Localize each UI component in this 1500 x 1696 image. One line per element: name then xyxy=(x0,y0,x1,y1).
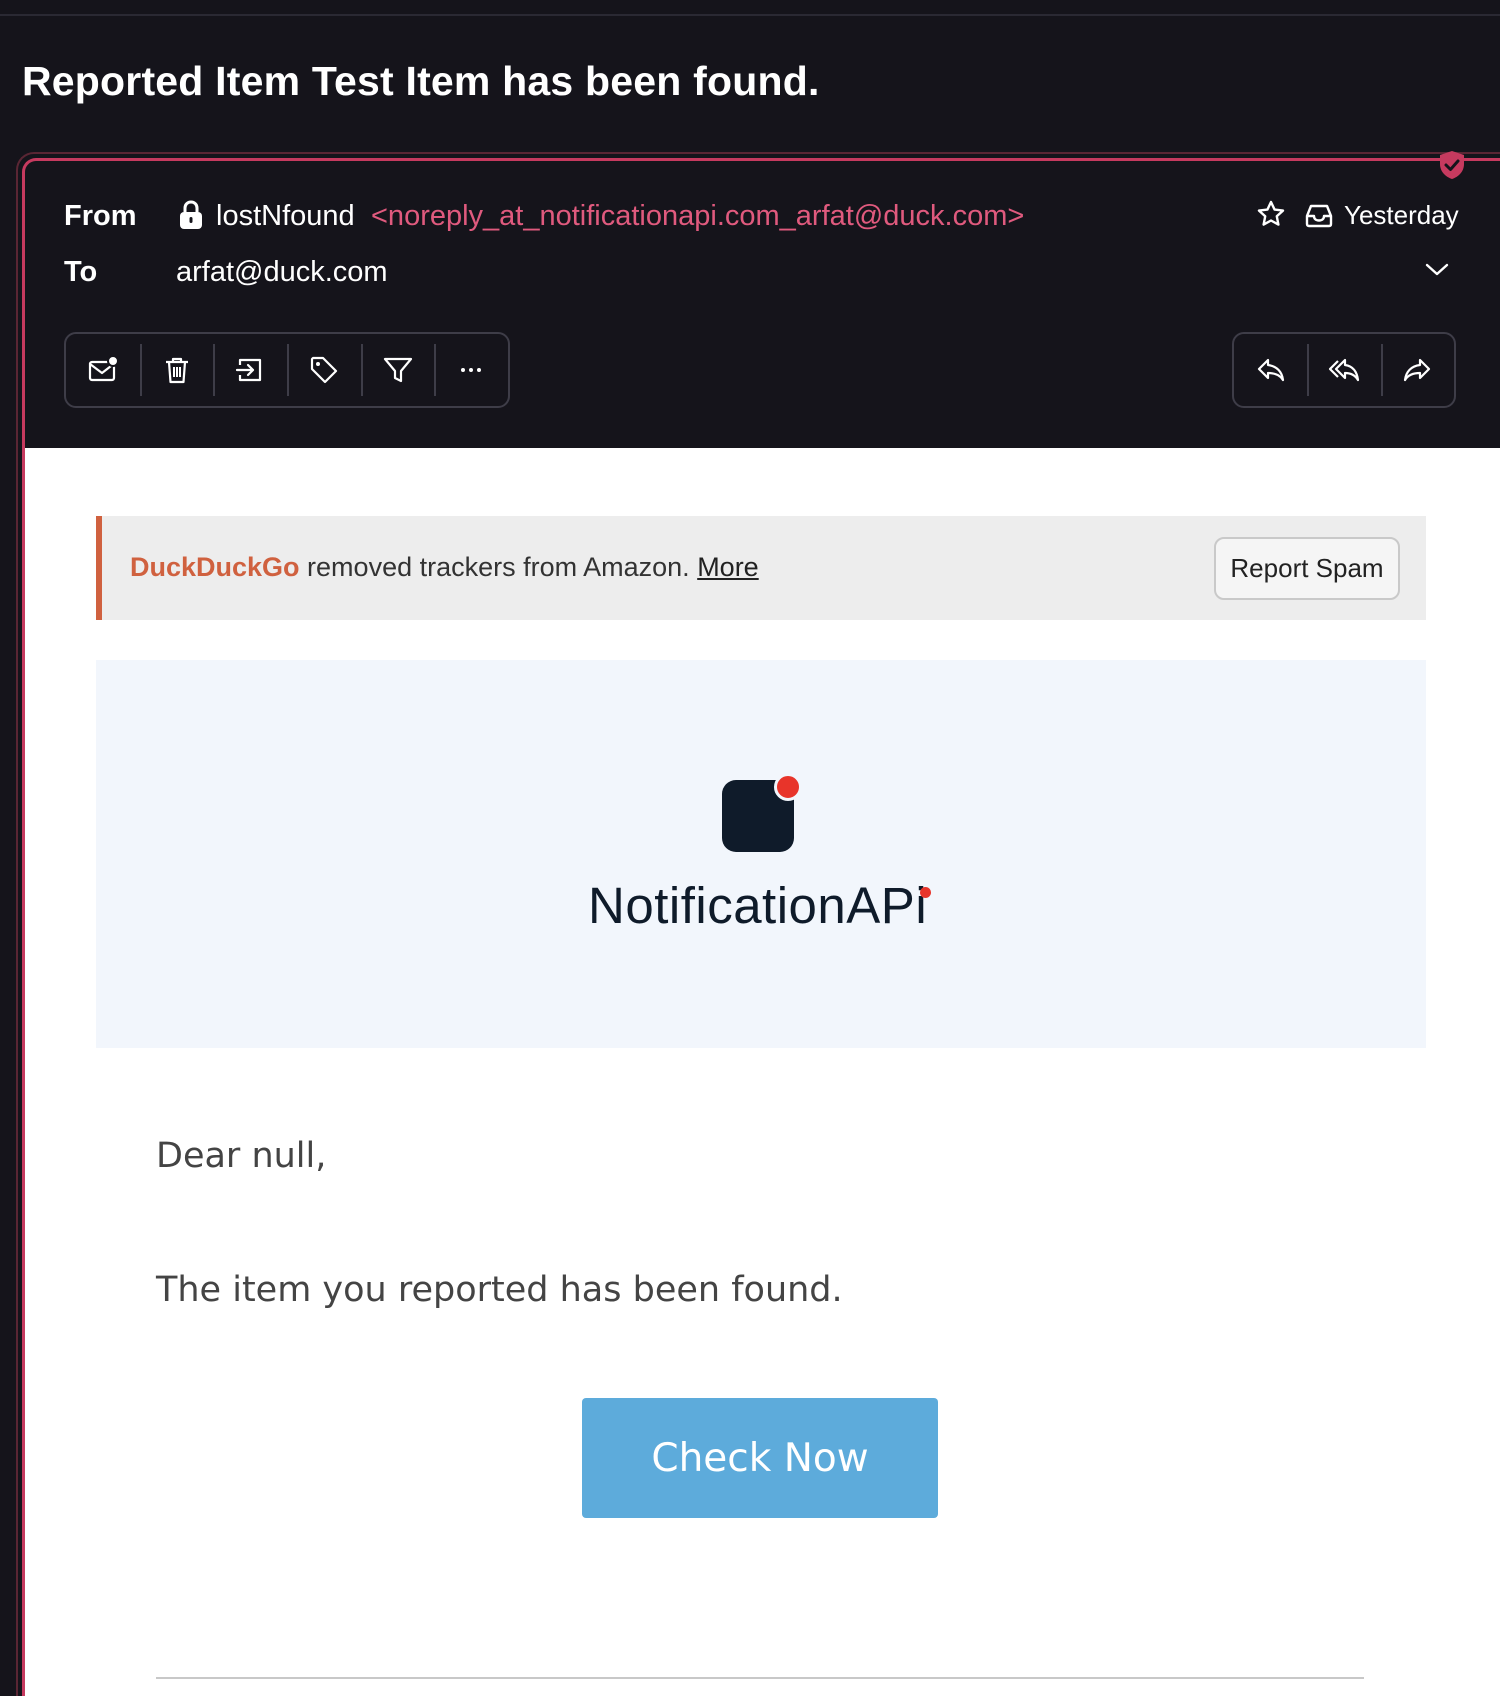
reply-toolbar xyxy=(1232,332,1456,408)
tracker-notice-text: DuckDuckGo removed trackers from Amazon.… xyxy=(130,552,759,583)
check-now-button[interactable]: Check Now xyxy=(582,1398,938,1518)
duckduckgo-label: DuckDuckGo xyxy=(130,552,300,582)
forward-icon xyxy=(1404,358,1431,382)
email-date: Yesterday xyxy=(1344,200,1459,230)
tracker-message: removed trackers from Amazon. xyxy=(299,552,698,582)
star-icon[interactable] xyxy=(1256,199,1286,229)
recipient-address[interactable]: arfat@duck.com xyxy=(176,256,388,289)
email-greeting: Dear null, xyxy=(156,1136,327,1176)
notification-dot-icon xyxy=(774,773,802,801)
sender-address[interactable]: <noreply_at_notificationapi.com_arfat@du… xyxy=(371,200,1024,233)
email-message: The item you reported has been found. xyxy=(156,1270,843,1310)
content-divider xyxy=(156,1677,1364,1679)
trash-icon xyxy=(165,357,188,384)
move-icon xyxy=(236,358,262,382)
brand-logo-text-tail: i xyxy=(915,877,928,934)
forward-button[interactable] xyxy=(1380,332,1454,408)
top-divider xyxy=(0,14,1500,16)
verified-shield-icon xyxy=(1440,151,1464,179)
reply-icon xyxy=(1257,358,1284,382)
filter-button[interactable] xyxy=(360,332,435,408)
from-label: From xyxy=(64,200,137,232)
more-icon xyxy=(461,368,482,372)
inbox-icon xyxy=(1305,204,1333,228)
sender-name[interactable]: lostNfound xyxy=(216,200,355,233)
reply-all-button[interactable] xyxy=(1307,332,1380,408)
brand-logo-text-main: NotificationAP xyxy=(588,877,916,934)
tag-icon xyxy=(310,356,337,384)
brand-logo-text: NotificationAPi xyxy=(588,876,927,935)
lock-icon xyxy=(180,200,202,229)
reply-button[interactable] xyxy=(1234,332,1307,408)
more-link[interactable]: More xyxy=(697,552,759,582)
message-toolbar xyxy=(64,332,510,408)
label-button[interactable] xyxy=(287,332,361,408)
delete-button[interactable] xyxy=(139,332,214,408)
mark-unread-icon xyxy=(88,355,119,382)
email-subject: Reported Item Test Item has been found. xyxy=(22,58,820,104)
move-button[interactable] xyxy=(213,332,287,408)
email-banner xyxy=(96,660,1426,1048)
report-spam-button[interactable]: Report Spam xyxy=(1214,537,1400,600)
filter-icon xyxy=(383,357,412,383)
mark-unread-button[interactable] xyxy=(66,332,140,408)
to-label: To xyxy=(64,256,98,288)
brand-logo-dot xyxy=(920,887,931,898)
chevron-down-icon[interactable] xyxy=(1424,262,1450,278)
reply-all-icon xyxy=(1328,358,1360,382)
more-button[interactable] xyxy=(434,332,508,408)
